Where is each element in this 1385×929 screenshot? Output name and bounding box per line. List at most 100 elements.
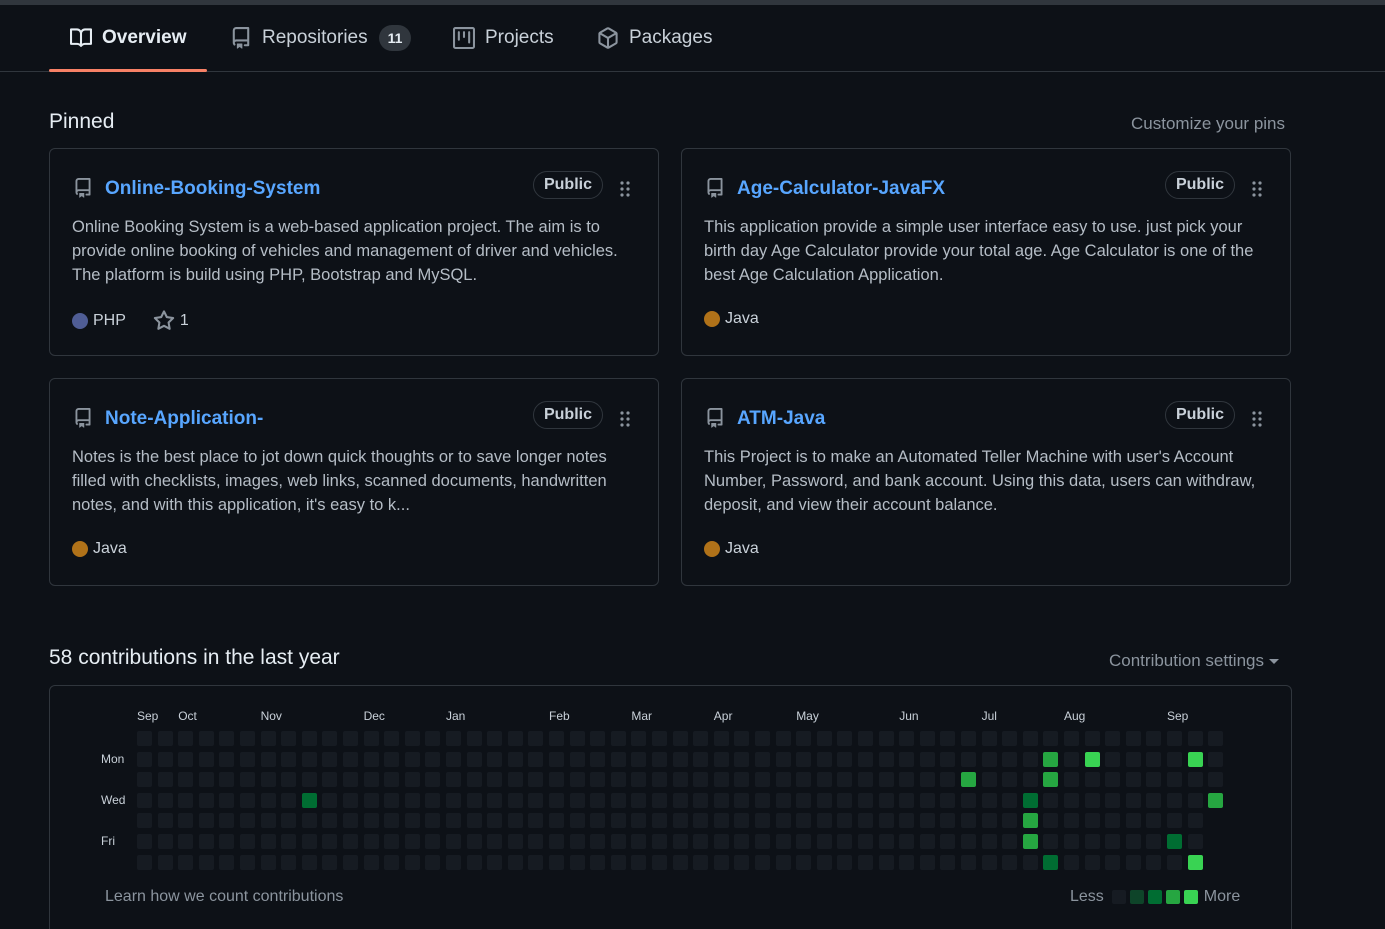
contribution-day-cell[interactable] bbox=[322, 792, 338, 808]
contribution-day-cell[interactable] bbox=[590, 731, 606, 746]
contribution-day-cell[interactable] bbox=[755, 731, 770, 746]
contribution-day-cell[interactable] bbox=[713, 792, 729, 808]
contribution-day-cell[interactable] bbox=[940, 813, 956, 829]
repo-name-link[interactable]: Age-Calculator-JavaFX bbox=[737, 178, 945, 200]
contribution-day-cell[interactable] bbox=[446, 792, 461, 808]
contribution-day-cell[interactable] bbox=[466, 813, 482, 829]
contribution-day-cell[interactable] bbox=[198, 772, 214, 788]
contribution-day-cell[interactable] bbox=[899, 751, 915, 767]
contribution-day-cell[interactable] bbox=[1146, 813, 1162, 829]
contribution-day-cell[interactable] bbox=[363, 751, 379, 767]
contribution-day-cell[interactable] bbox=[178, 834, 194, 849]
contribution-day-cell[interactable] bbox=[446, 731, 461, 746]
contribution-day-cell[interactable] bbox=[198, 813, 214, 829]
contribution-day-cell[interactable] bbox=[301, 813, 317, 829]
contribution-day-cell[interactable] bbox=[1208, 792, 1224, 808]
contribution-day-cell[interactable] bbox=[281, 792, 297, 808]
contribution-day-cell[interactable] bbox=[1084, 834, 1100, 849]
contribution-day-cell[interactable] bbox=[1084, 854, 1100, 870]
contribution-day-cell[interactable] bbox=[981, 854, 997, 870]
contribution-day-cell[interactable] bbox=[734, 772, 750, 788]
contribution-day-cell[interactable] bbox=[755, 772, 770, 788]
contribution-day-cell[interactable] bbox=[837, 772, 853, 788]
contribution-day-cell[interactable] bbox=[569, 792, 585, 808]
contribution-day-cell[interactable] bbox=[1002, 792, 1018, 808]
contribution-day-cell[interactable] bbox=[734, 792, 750, 808]
contribution-day-cell[interactable] bbox=[425, 751, 441, 767]
contribution-day-cell[interactable] bbox=[878, 792, 894, 808]
contribution-day-cell[interactable] bbox=[1167, 751, 1182, 767]
contribution-day-cell[interactable] bbox=[507, 751, 523, 767]
contribution-day-cell[interactable] bbox=[1022, 792, 1038, 808]
contribution-day-cell[interactable] bbox=[198, 854, 214, 870]
contribution-day-cell[interactable] bbox=[219, 772, 235, 788]
contribution-day-cell[interactable] bbox=[775, 834, 791, 849]
contribution-day-cell[interactable] bbox=[363, 792, 379, 808]
contribution-day-cell[interactable] bbox=[672, 834, 688, 849]
contribution-day-cell[interactable] bbox=[961, 731, 976, 746]
contribution-day-cell[interactable] bbox=[590, 772, 606, 788]
contribution-day-cell[interactable] bbox=[940, 751, 956, 767]
contribution-day-cell[interactable] bbox=[1125, 751, 1141, 767]
contribution-day-cell[interactable] bbox=[240, 813, 255, 829]
contribution-day-cell[interactable] bbox=[652, 751, 667, 767]
contribution-day-cell[interactable] bbox=[1022, 854, 1038, 870]
contribution-day-cell[interactable] bbox=[1084, 731, 1100, 746]
contribution-day-cell[interactable] bbox=[301, 834, 317, 849]
contribution-day-cell[interactable] bbox=[610, 772, 626, 788]
contribution-day-cell[interactable] bbox=[198, 834, 214, 849]
contribution-day-cell[interactable] bbox=[178, 792, 194, 808]
contribution-day-cell[interactable] bbox=[590, 813, 606, 829]
contribution-day-cell[interactable] bbox=[878, 772, 894, 788]
contribution-day-cell[interactable] bbox=[178, 772, 194, 788]
contribution-day-cell[interactable] bbox=[507, 834, 523, 849]
contribution-day-cell[interactable] bbox=[178, 731, 194, 746]
contribution-day-cell[interactable] bbox=[961, 854, 976, 870]
contribution-day-cell[interactable] bbox=[1208, 772, 1224, 788]
contribution-day-cell[interactable] bbox=[363, 772, 379, 788]
contribution-day-cell[interactable] bbox=[610, 792, 626, 808]
contribution-day-cell[interactable] bbox=[590, 834, 606, 849]
learn-contributions-link[interactable]: Learn how we count contributions bbox=[105, 888, 343, 906]
contribution-day-cell[interactable] bbox=[446, 813, 461, 829]
contribution-day-cell[interactable] bbox=[157, 854, 173, 870]
contribution-day-cell[interactable] bbox=[816, 813, 832, 829]
contribution-day-cell[interactable] bbox=[631, 772, 647, 788]
contribution-day-cell[interactable] bbox=[157, 731, 173, 746]
contribution-day-cell[interactable] bbox=[446, 854, 461, 870]
contribution-day-cell[interactable] bbox=[569, 731, 585, 746]
contribution-day-cell[interactable] bbox=[343, 751, 358, 767]
contribution-day-cell[interactable] bbox=[899, 813, 915, 829]
contribution-day-cell[interactable] bbox=[590, 854, 606, 870]
contribution-day-cell[interactable] bbox=[631, 854, 647, 870]
contribution-day-cell[interactable] bbox=[178, 813, 194, 829]
contribution-day-cell[interactable] bbox=[1167, 731, 1182, 746]
contribution-day-cell[interactable] bbox=[1167, 854, 1182, 870]
contribution-day-cell[interactable] bbox=[528, 834, 544, 849]
contribution-day-cell[interactable] bbox=[404, 731, 420, 746]
contribution-day-cell[interactable] bbox=[693, 731, 709, 746]
contribution-day-cell[interactable] bbox=[919, 772, 935, 788]
contribution-day-cell[interactable] bbox=[343, 772, 358, 788]
contribution-day-cell[interactable] bbox=[878, 751, 894, 767]
contribution-day-cell[interactable] bbox=[1187, 854, 1203, 870]
contribution-day-cell[interactable] bbox=[157, 792, 173, 808]
contribution-day-cell[interactable] bbox=[240, 772, 255, 788]
contribution-day-cell[interactable] bbox=[507, 854, 523, 870]
contribution-day-cell[interactable] bbox=[1146, 772, 1162, 788]
contribution-day-cell[interactable] bbox=[899, 792, 915, 808]
contribution-day-cell[interactable] bbox=[281, 751, 297, 767]
contribution-day-cell[interactable] bbox=[363, 731, 379, 746]
contribution-day-cell[interactable] bbox=[1022, 751, 1038, 767]
contribution-day-cell[interactable] bbox=[610, 731, 626, 746]
contribution-day-cell[interactable] bbox=[981, 834, 997, 849]
contribution-day-cell[interactable] bbox=[981, 751, 997, 767]
contribution-day-cell[interactable] bbox=[1002, 751, 1018, 767]
contribution-day-cell[interactable] bbox=[1084, 813, 1100, 829]
contribution-day-cell[interactable] bbox=[1002, 813, 1018, 829]
contribution-day-cell[interactable] bbox=[1125, 772, 1141, 788]
contribution-day-cell[interactable] bbox=[816, 731, 832, 746]
repo-name-link[interactable]: Note-Application- bbox=[105, 408, 263, 430]
contribution-day-cell[interactable] bbox=[549, 854, 564, 870]
contribution-day-cell[interactable] bbox=[858, 772, 873, 788]
